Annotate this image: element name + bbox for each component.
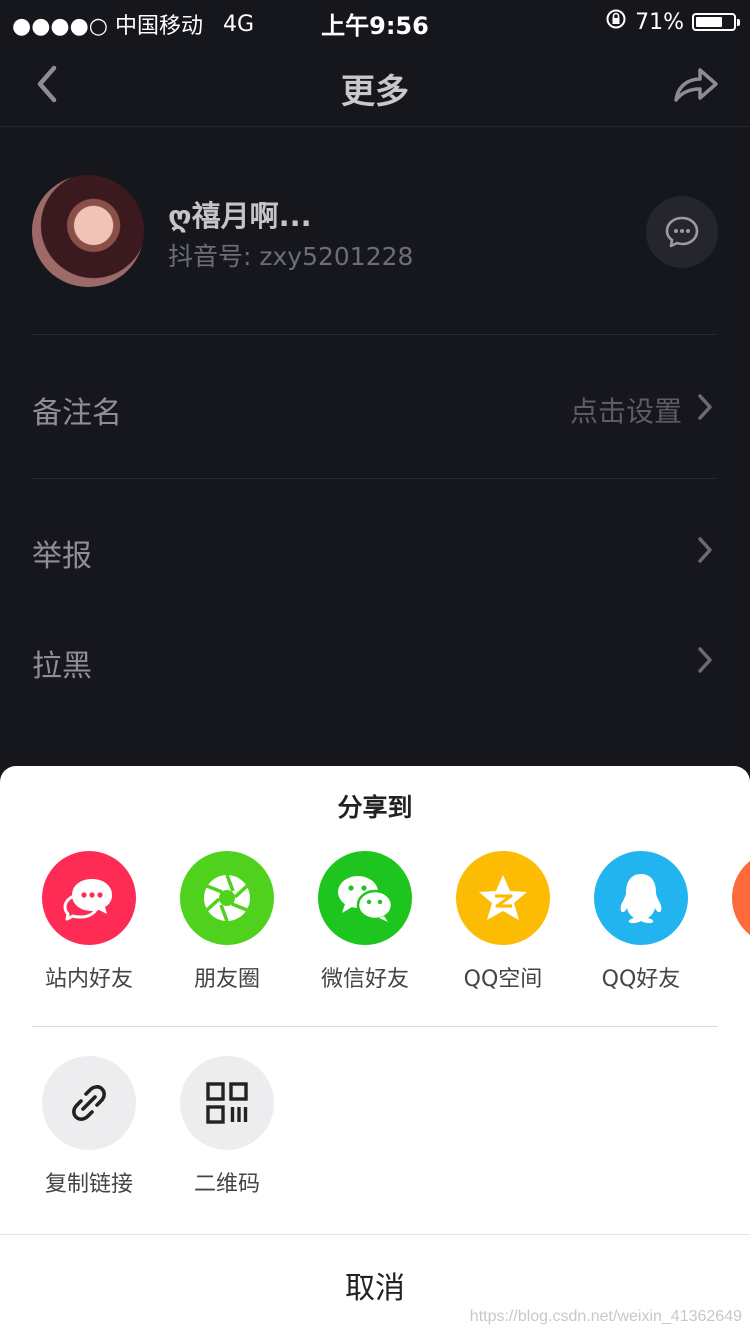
row-label: 举报: [32, 539, 92, 574]
share-sheet: 分享到 站内好友 朋友圈 微信好友 QQ空间 QQ好友 复制链接 二维码 取消 …: [0, 766, 750, 1334]
rotation-lock-icon: [605, 8, 627, 36]
share-target-wechat[interactable]: 微信好友: [318, 851, 412, 992]
chevron-right-icon: [698, 647, 712, 673]
row-value: 点击设置: [569, 395, 682, 428]
chevron-right-icon: [698, 394, 712, 420]
battery-percent: 71%: [635, 9, 684, 35]
status-bar: ●●●●○ 中国移动 4G 上午9:56 71%: [0, 0, 750, 42]
tool-circle: [42, 1056, 136, 1150]
share-target-qq[interactable]: QQ好友: [594, 851, 688, 992]
share-target-circle: [318, 851, 412, 945]
divider: [32, 478, 716, 479]
qr-code-button[interactable]: 二维码: [180, 1056, 274, 1197]
share-target-moments[interactable]: 朋友圈: [180, 851, 274, 992]
share-target-circle: [456, 851, 550, 945]
share-sheet-title: 分享到: [337, 793, 413, 822]
wechat-icon: [338, 876, 394, 922]
chat-bubble-icon: [665, 216, 699, 248]
share-target-circle: [732, 851, 750, 945]
tool-label: 二维码: [193, 1172, 260, 1197]
qzone-star-icon: [479, 875, 527, 920]
settings-row-block[interactable]: 拉黑: [32, 621, 716, 701]
aperture-icon: [204, 874, 250, 922]
profile-name: ღ禧月啊...: [168, 199, 312, 233]
share-arrow-icon: [674, 68, 718, 102]
share-target-label: 朋友圈: [193, 967, 260, 992]
share-target-more[interactable]: [732, 851, 750, 945]
share-target-circle: [42, 851, 136, 945]
share-target-label: 微信好友: [320, 967, 409, 992]
settings-row-report[interactable]: 举报: [32, 511, 716, 591]
share-targets: 站内好友 朋友圈 微信好友 QQ空间 QQ好友: [42, 851, 750, 1001]
sheet-divider: [32, 1026, 718, 1027]
row-label: 拉黑: [32, 649, 92, 684]
settings-row-remark[interactable]: 备注名 点击设置: [32, 368, 716, 448]
profile-id: 抖音号: zxy5201228: [168, 242, 414, 271]
profile-card[interactable]: ღ禧月啊... 抖音号: zxy5201228: [32, 175, 722, 290]
share-target-label: QQ空间: [463, 967, 543, 992]
avatar[interactable]: [32, 175, 144, 287]
status-right: 71%: [605, 8, 740, 36]
share-tools: 复制链接 二维码: [42, 1056, 542, 1206]
chat-bubbles-icon: [63, 879, 112, 921]
share-target-qzone[interactable]: QQ空间: [456, 851, 550, 992]
share-target-label: QQ好友: [601, 967, 681, 992]
battery-icon: [692, 13, 740, 31]
row-label: 备注名: [32, 396, 122, 431]
nav-bar: 更多: [0, 42, 750, 127]
watermark: https://blog.csdn.net/weixin_41362649: [469, 1308, 742, 1325]
cancel-button[interactable]: 取消: [0, 1263, 750, 1307]
chevron-right-icon: [698, 537, 712, 563]
copy-link-button[interactable]: 复制链接: [42, 1056, 136, 1197]
share-target-circle: [594, 851, 688, 945]
tool-label: 复制链接: [44, 1172, 133, 1197]
share-target-label: 站内好友: [44, 967, 133, 992]
qr-code-icon: [206, 1082, 248, 1124]
divider: [32, 334, 716, 335]
cancel-divider: [0, 1234, 750, 1235]
battery-level: [696, 17, 722, 27]
share-button[interactable]: [672, 64, 720, 104]
tool-circle: [180, 1056, 274, 1150]
message-button[interactable]: [646, 196, 718, 268]
qq-penguin-icon: [620, 874, 662, 924]
share-target-circle: [180, 851, 274, 945]
share-target-inapp-friends[interactable]: 站内好友: [42, 851, 136, 992]
page-title: 更多: [341, 72, 409, 112]
link-icon: [72, 1085, 106, 1121]
